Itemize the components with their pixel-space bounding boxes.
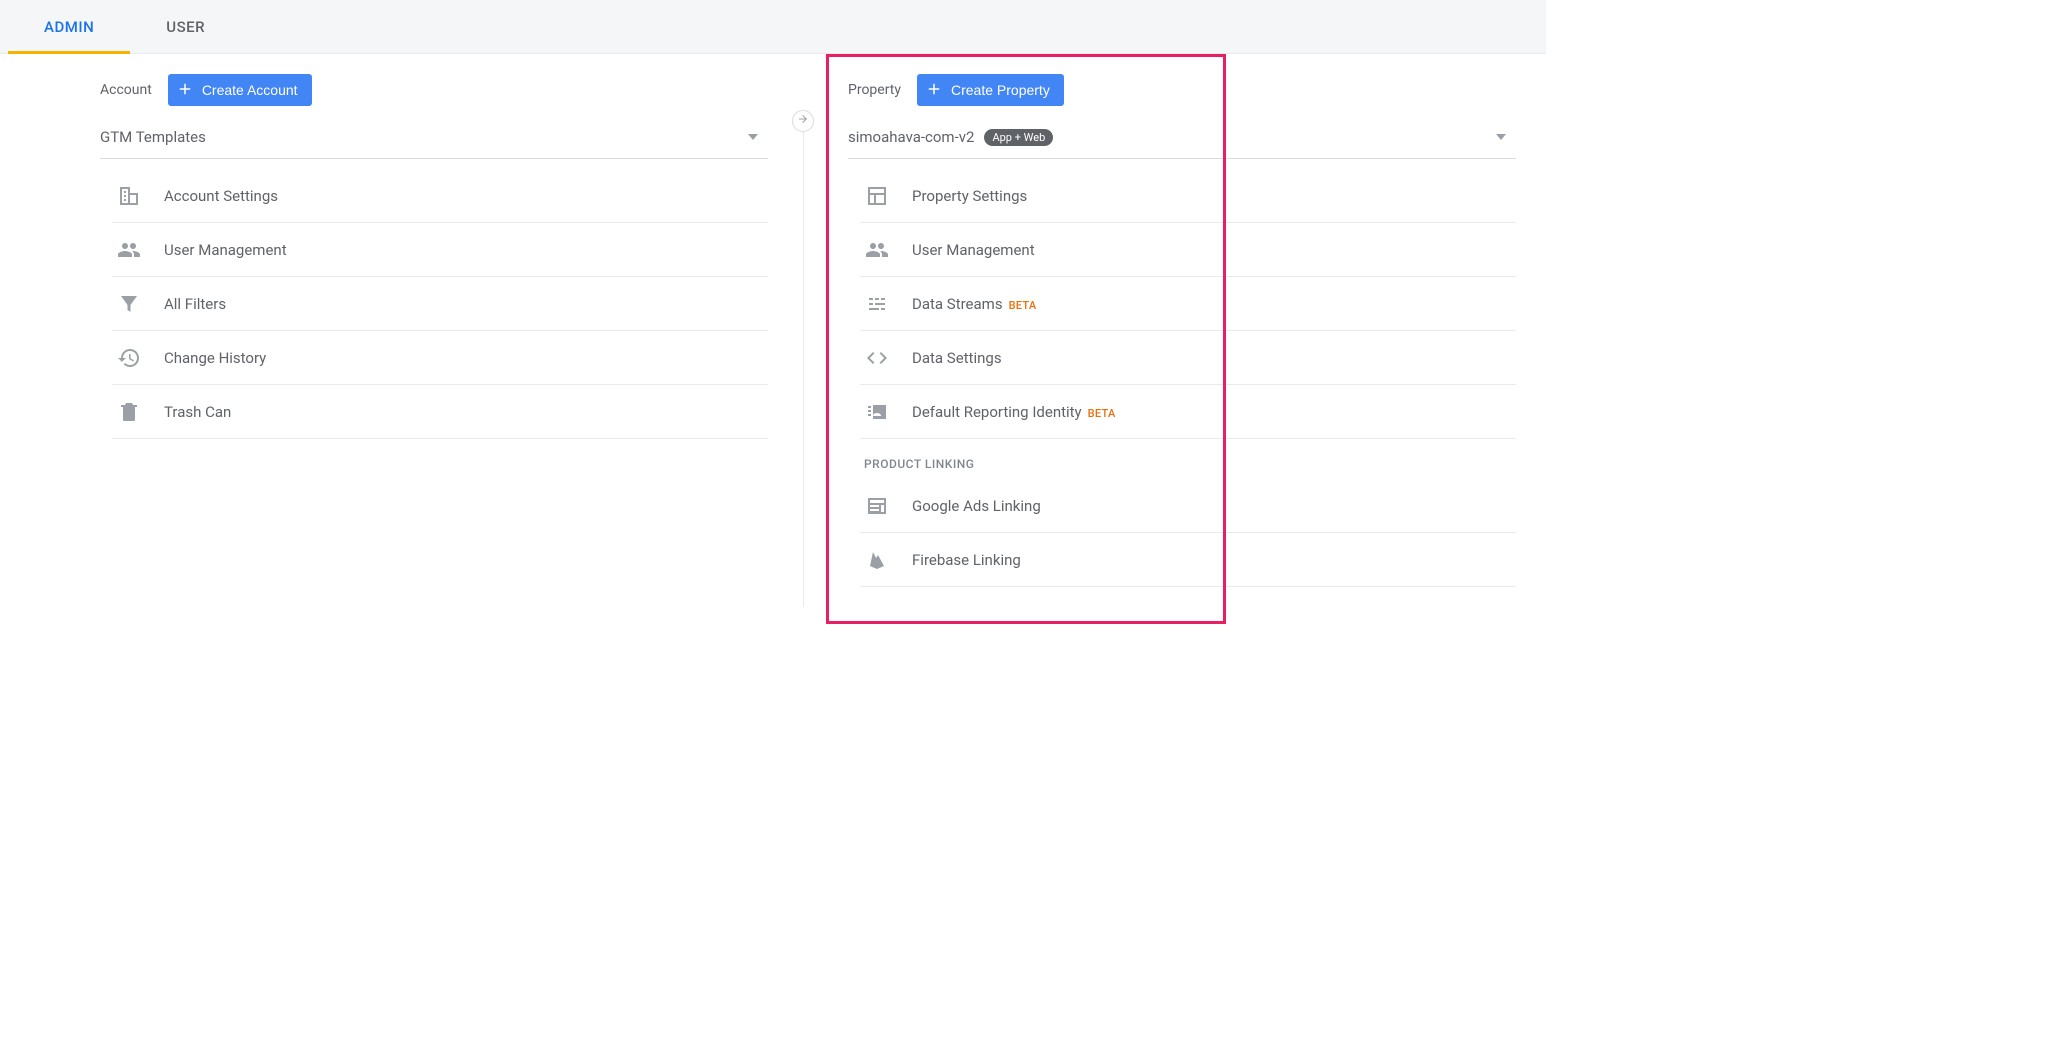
menu-label: Data StreamsBETA	[912, 295, 1037, 313]
create-property-button[interactable]: Create Property	[917, 74, 1064, 106]
firebase-linking-item[interactable]: Firebase Linking	[860, 533, 1516, 587]
menu-label: Account Settings	[164, 187, 278, 205]
menu-label: Change History	[164, 349, 266, 367]
chevron-down-icon	[1496, 134, 1506, 140]
create-account-button[interactable]: Create Account	[168, 74, 312, 106]
property-label: Property	[848, 82, 901, 98]
data-streams-icon	[864, 291, 890, 317]
people-icon	[864, 237, 890, 263]
admin-columns: Account Create Account GTM Templates Acc…	[0, 54, 1546, 627]
history-icon	[116, 345, 142, 371]
arrow-right-icon	[797, 113, 809, 129]
id-card-icon	[864, 399, 890, 425]
product-linking-heading: PRODUCT LINKING	[860, 439, 1516, 479]
menu-label: Firebase Linking	[912, 551, 1021, 569]
property-menu: Property Settings User Management Data S…	[860, 169, 1516, 587]
firebase-icon	[864, 547, 890, 573]
people-icon	[116, 237, 142, 263]
plus-icon	[925, 80, 943, 101]
app-web-badge: App + Web	[984, 129, 1053, 146]
trash-icon	[116, 399, 142, 425]
menu-label: User Management	[912, 241, 1035, 259]
account-user-management-item[interactable]: User Management	[112, 223, 768, 277]
google-ads-linking-item[interactable]: Google Ads Linking	[860, 479, 1516, 533]
tab-user[interactable]: USER	[130, 0, 241, 53]
collapse-toggle[interactable]	[792, 110, 814, 132]
account-label: Account	[100, 82, 152, 98]
filter-icon	[116, 291, 142, 317]
beta-badge: BETA	[1088, 407, 1116, 420]
create-account-label: Create Account	[202, 82, 298, 98]
all-filters-item[interactable]: All Filters	[112, 277, 768, 331]
account-settings-item[interactable]: Account Settings	[112, 169, 768, 223]
account-selector[interactable]: GTM Templates	[100, 118, 768, 159]
account-header: Account Create Account	[100, 74, 768, 106]
property-selected-name: simoahava-com-v2	[848, 128, 974, 146]
data-settings-item[interactable]: Data Settings	[860, 331, 1516, 385]
beta-badge: BETA	[1009, 299, 1037, 312]
property-header: Property Create Property	[848, 74, 1516, 106]
menu-label: Property Settings	[912, 187, 1027, 205]
change-history-item[interactable]: Change History	[112, 331, 768, 385]
chevron-down-icon	[748, 134, 758, 140]
building-icon	[116, 183, 142, 209]
code-icon	[864, 345, 890, 371]
menu-label: User Management	[164, 241, 287, 259]
property-column: Property Create Property simoahava-com-v…	[848, 74, 1516, 587]
plus-icon	[176, 80, 194, 101]
layout-icon	[864, 183, 890, 209]
data-streams-item[interactable]: Data StreamsBETA	[860, 277, 1516, 331]
column-divider	[803, 132, 804, 607]
menu-label: All Filters	[164, 295, 226, 313]
property-settings-item[interactable]: Property Settings	[860, 169, 1516, 223]
default-reporting-identity-item[interactable]: Default Reporting IdentityBETA	[860, 385, 1516, 439]
menu-label: Trash Can	[164, 403, 231, 421]
top-tabs: ADMIN USER	[0, 0, 1546, 54]
create-property-label: Create Property	[951, 82, 1050, 98]
tab-admin[interactable]: ADMIN	[8, 0, 130, 53]
account-menu: Account Settings User Management All Fil…	[112, 169, 768, 439]
news-icon	[864, 493, 890, 519]
property-selector[interactable]: simoahava-com-v2 App + Web	[848, 118, 1516, 159]
menu-label: Data Settings	[912, 349, 1002, 367]
trash-can-item[interactable]: Trash Can	[112, 385, 768, 439]
menu-label: Google Ads Linking	[912, 497, 1041, 515]
property-user-management-item[interactable]: User Management	[860, 223, 1516, 277]
account-column: Account Create Account GTM Templates Acc…	[100, 74, 768, 587]
menu-label: Default Reporting IdentityBETA	[912, 403, 1116, 421]
account-selected-name: GTM Templates	[100, 128, 206, 146]
